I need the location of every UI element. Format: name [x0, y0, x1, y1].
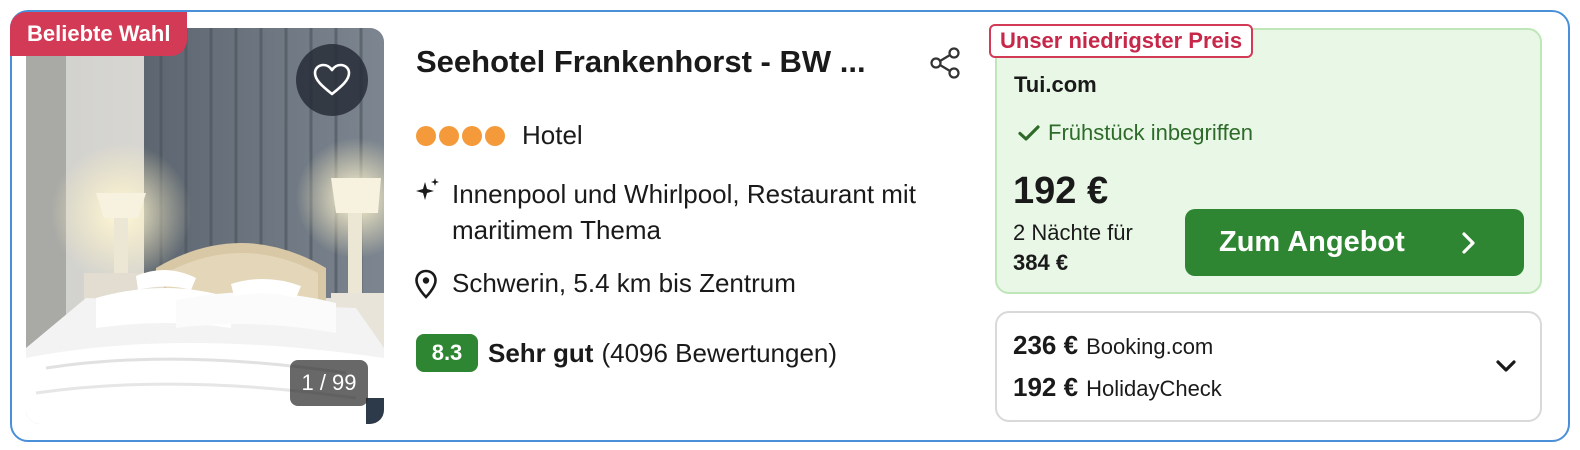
check-icon [1018, 125, 1040, 141]
other-offer-price: 192 € [1013, 372, 1079, 402]
nights-label: 2 Nächte für [1013, 220, 1133, 245]
feature-row: Innenpool und Whirlpool, Restaurant mit … [414, 176, 982, 248]
other-offer-provider: Booking.com [1086, 334, 1214, 359]
lowest-price-badge: Unser niedrigster Preis [989, 24, 1254, 58]
rating-score: 8.3 [416, 334, 478, 372]
rating-count: (4096 Bewertungen) [601, 337, 838, 368]
star-dot [439, 125, 459, 146]
offer-price: 192 € [1013, 170, 1109, 212]
popular-choice-badge: Beliebte Wahl [10, 12, 188, 56]
chevron-right-icon [1462, 232, 1475, 254]
breakfast-text: Frühstück inbegriffen [1048, 120, 1254, 145]
sparkle-icon [416, 178, 439, 200]
other-offers-box[interactable] [995, 311, 1542, 422]
share-button[interactable] [928, 46, 962, 80]
feature-text: Innenpool und Whirlpool, Restaurant mit … [452, 179, 916, 245]
star-rating-row: Hotel [416, 120, 583, 151]
hotel-title[interactable]: Seehotel Frankenhorst - BW ... [416, 44, 866, 80]
other-offer-price: 236 € [1013, 330, 1079, 360]
view-deal-label: Zum Angebot [1219, 226, 1405, 258]
location-text: Schwerin, 5.4 km bis Zentrum [452, 268, 796, 298]
chevron-down-icon[interactable] [1494, 357, 1518, 375]
offer-provider: Tui.com [1014, 72, 1097, 97]
breakfast-included: Frühstück inbegriffen [1018, 120, 1253, 146]
total-price: 384 € [1013, 250, 1069, 275]
photo-counter: 1 / 99 [290, 360, 368, 406]
other-offer-row[interactable]: 236 € Booking.com [1013, 330, 1213, 361]
other-offer-provider: HolidayCheck [1086, 376, 1222, 401]
location-row: Schwerin, 5.4 km bis Zentrum [414, 268, 796, 299]
other-offer-row[interactable]: 192 € HolidayCheck [1013, 372, 1222, 403]
star-dot [485, 125, 505, 146]
location-pin-icon [415, 269, 437, 299]
heart-icon [313, 63, 351, 96]
share-icon [930, 47, 960, 79]
star-dot [462, 125, 482, 146]
star-dot [416, 125, 436, 146]
view-deal-button[interactable]: Zum Angebot [1185, 209, 1524, 276]
rating-row[interactable]: 8.3 Sehr gut (4096 Bewertungen) [416, 334, 837, 372]
rating-label: Sehr gut [488, 337, 594, 368]
favorite-button[interactable] [296, 44, 368, 116]
accommodation-type: Hotel [522, 120, 583, 150]
